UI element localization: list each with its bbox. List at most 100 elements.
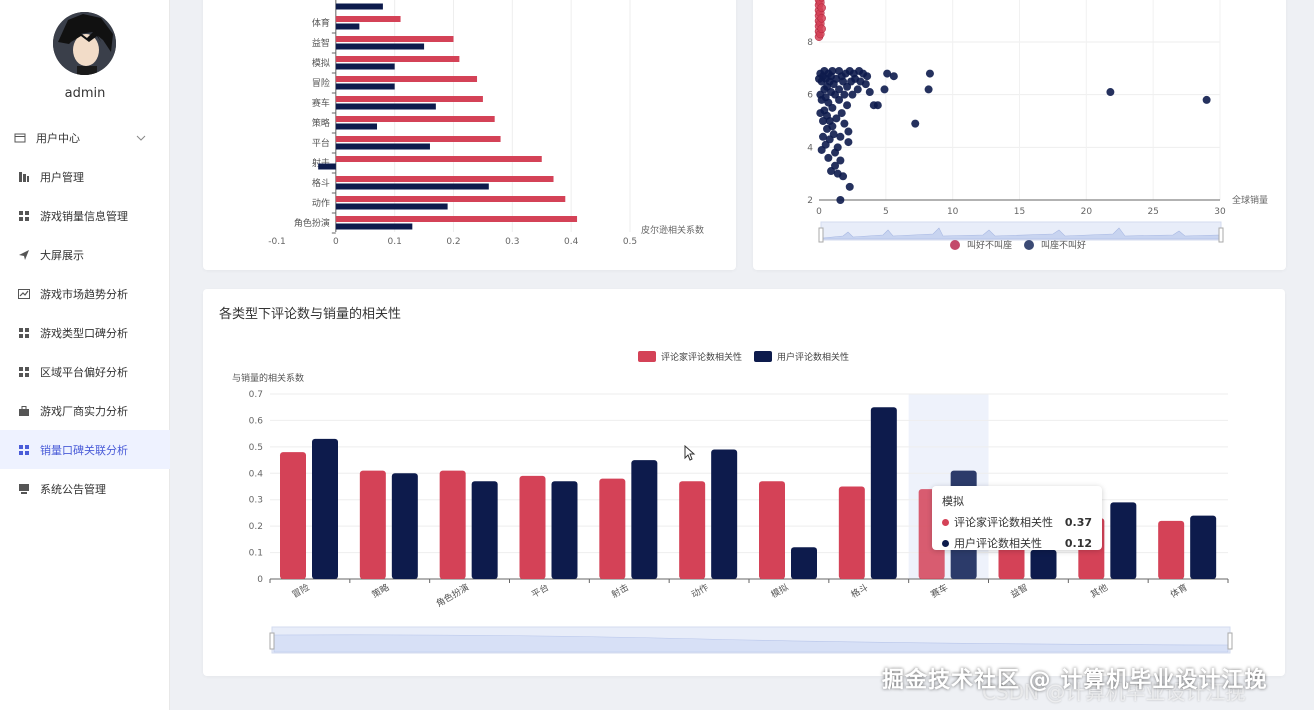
menu-label: 系统公告管理 [40, 482, 106, 496]
menu-label: 游戏市场趋势分析 [40, 287, 128, 301]
legend-label: 叫座不叫好 [1041, 239, 1086, 251]
tooltip-value: 0.12 [1064, 536, 1092, 550]
bar-critic [335, 116, 495, 122]
bar-critic [838, 486, 865, 579]
bar-user [335, 103, 436, 110]
scatter-point-user [1106, 88, 1115, 97]
bar-user [335, 223, 413, 230]
x-axis-label: 皮尔逊相关系数 [641, 224, 704, 236]
menu-announcement[interactable]: 系统公告管理 [0, 469, 170, 508]
watermark: 掘金技术社区 @ 计算机毕业设计江挽 [882, 668, 1268, 693]
grid-icon [18, 327, 30, 339]
bar-user [1030, 549, 1057, 579]
bar-critic [679, 481, 706, 579]
tooltip-row-critic: 评论家评论数相关性 0.37 [942, 514, 1092, 530]
x-tick-label: 平台 [529, 581, 551, 600]
x-tick-label: 30 [1214, 207, 1226, 217]
x-tick-label: 10 [947, 207, 959, 217]
scatter-point-user [836, 196, 845, 204]
bar-critic [599, 478, 626, 579]
x-tick-label: 模拟 [769, 581, 791, 600]
bar-user [870, 407, 897, 579]
menu-publisher-strength[interactable]: 游戏厂商实力分析 [0, 391, 170, 430]
bar-critic [335, 96, 483, 102]
send-icon [18, 249, 30, 261]
menu-user-management[interactable]: 用户管理 [0, 157, 170, 196]
bar-user [711, 449, 738, 579]
tooltip-value: 0.37 [1064, 515, 1092, 529]
scatter-point-user [883, 69, 892, 78]
bar-critic [335, 176, 554, 182]
menu-genre-reputation[interactable]: 游戏类型口碑分析 [0, 313, 170, 352]
legend-dot-user [1024, 240, 1034, 250]
bar-user [1110, 502, 1137, 579]
avatar[interactable] [53, 12, 116, 75]
scatter-point-user [824, 153, 833, 162]
menu-region-platform[interactable]: 区域平台偏好分析 [0, 352, 170, 391]
mouse-cursor-icon [684, 445, 696, 461]
menu-market-trend[interactable]: 游戏市场趋势分析 [0, 274, 170, 313]
y-tick-label: 0.4 [249, 469, 264, 479]
menu-game-sales-info[interactable]: 游戏销量信息管理 [0, 196, 170, 235]
menu-label: 用户中心 [36, 131, 80, 145]
x-tick-label: 5 [883, 207, 889, 217]
y-tick-label: 8 [807, 38, 813, 48]
x-tick-label: -0.1 [268, 237, 286, 247]
tooltip-label: 评论家评论数相关性 [954, 516, 1053, 529]
menu-user-center[interactable]: 用户中心 [0, 118, 170, 157]
x-tick-label: 策略 [370, 581, 392, 600]
username: admin [64, 86, 106, 101]
trend-icon [18, 288, 30, 300]
x-tick-label: 0 [333, 237, 339, 247]
bar-critic [439, 470, 466, 579]
scatter-point-user [831, 148, 840, 157]
x-tick-label: 动作 [689, 581, 711, 600]
bar-critic [335, 16, 401, 22]
x-tick-label: 角色扮演 [434, 581, 471, 609]
scatter-point-user [819, 117, 828, 125]
bar-critic [359, 470, 386, 579]
scatter-point-critic [817, 3, 826, 13]
scatter-point-user [819, 132, 828, 141]
x-tick-label: 其他 [1088, 581, 1110, 600]
menu-big-screen[interactable]: 大屏展示 [0, 235, 170, 274]
bar-user [551, 481, 578, 579]
bar-user [471, 481, 498, 579]
menu-sales-reputation[interactable]: 销量口碑关联分析 [0, 430, 170, 469]
review-sales-card: 各类型下评论数与销量的相关性 评论家评论数相关性 用户评论数相关性 与销量的相关系数… [203, 289, 1285, 676]
bar-user [335, 123, 378, 130]
scatter-point-user [1202, 95, 1211, 104]
menu-label: 销量口碑关联分析 [40, 443, 128, 457]
scatter-point-user [816, 109, 825, 118]
y-axis-label: 与销量的相关系数 [232, 372, 304, 384]
scatter-point-critic [817, 14, 826, 23]
sidebar: admin 用户中心 用户管理 游戏销量信息管理 大屏展示 游戏市场趋势分析 游… [0, 0, 170, 710]
y-tick-label: 0.6 [249, 416, 264, 426]
menu-label: 游戏厂商实力分析 [40, 404, 128, 418]
card-title: 各类型下评论数与销量的相关性 [219, 307, 402, 322]
y-tick-label: 角色扮演 [294, 217, 330, 229]
tooltip-dot-critic [942, 518, 949, 526]
zoom-slider-handle-right [1218, 227, 1224, 243]
x-tick-label: 25 [1147, 207, 1158, 217]
x-tick-label: 0.2 [446, 237, 460, 247]
scatter-point-user [869, 101, 878, 110]
scatter-point-user [840, 119, 849, 128]
y-tick-label: 体育 [312, 17, 330, 29]
y-tick-label: 0.5 [249, 443, 263, 453]
zoom-slider-handle-left [818, 227, 824, 243]
x-tick-label: 0.1 [388, 237, 402, 247]
x-tick-label: 体育 [1168, 581, 1190, 600]
bar-critic [335, 36, 454, 42]
tooltip-label: 用户评论数相关性 [954, 537, 1042, 550]
chevron-down-icon [136, 132, 146, 145]
bar-user [631, 460, 658, 579]
bar-user [335, 23, 360, 30]
bar-user [391, 473, 418, 579]
x-tick-label: 0.5 [623, 237, 637, 247]
y-tick-label: 0.2 [249, 522, 263, 532]
y-tick-label: 策略 [312, 117, 330, 129]
scatter-point-user [816, 90, 825, 99]
y-tick-label: 动作 [312, 197, 330, 209]
y-tick-label: 冒险 [312, 77, 330, 89]
